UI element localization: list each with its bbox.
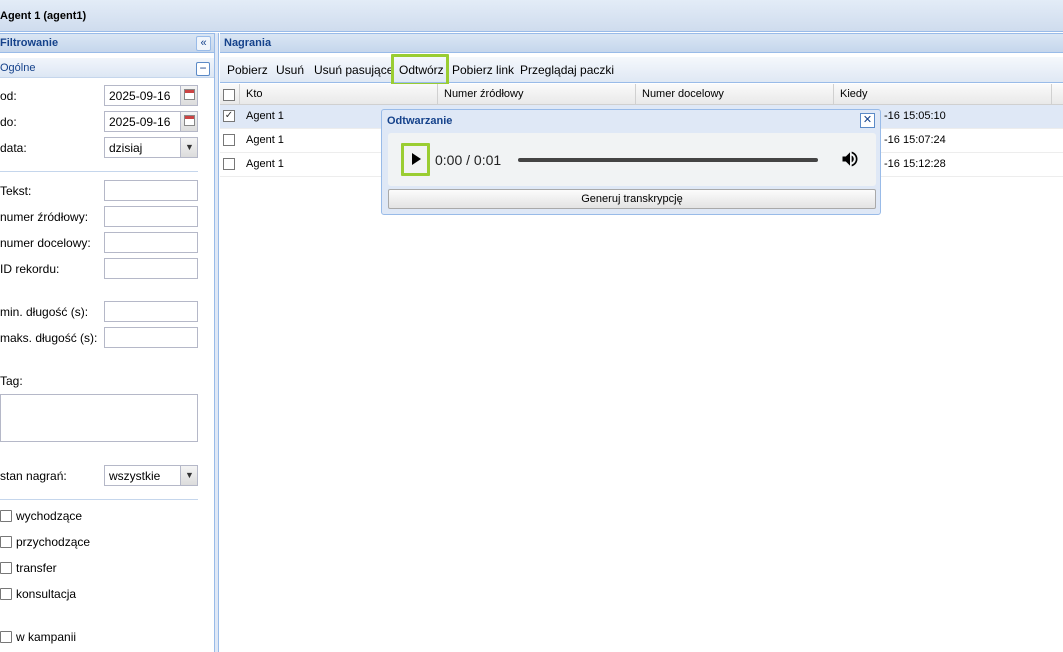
player-progress-slider[interactable] (518, 158, 818, 162)
do-calendar-button[interactable] (180, 112, 197, 131)
do-label: do: (0, 115, 17, 129)
playback-dialog: Odtwarzanie ✕ 0:00 / 0:01 Generuj transk… (381, 109, 881, 215)
chevron-down-icon: ▼ (185, 470, 194, 480)
numer-zrodlowy-label: numer źródłowy: (0, 210, 89, 224)
tekst-label: Tekst: (0, 184, 32, 198)
id-rekordu-input[interactable] (104, 258, 198, 279)
checkbox-label: przychodzące (16, 535, 91, 549)
checkbox-label: konsultacja (16, 587, 77, 601)
row-kiedy: -16 15:07:24 (884, 134, 946, 146)
generate-transcription-button[interactable]: Generuj transkrypcję (388, 189, 876, 209)
data-label: data: (0, 141, 27, 155)
min-dlugosc-input[interactable] (104, 301, 198, 322)
do-date-field[interactable]: 2025-09-16 (104, 111, 198, 132)
pobierz-button[interactable]: Pobierz (227, 63, 268, 77)
calendar-icon (184, 89, 195, 100)
window-title: Agent 1 (agent1) (0, 10, 87, 22)
checkbox-przychodzace[interactable] (0, 536, 12, 548)
grid-header: Kto Numer źródłowy Numer docelowy Kiedy (220, 84, 1063, 105)
od-label: od: (0, 89, 17, 103)
stan-select-value: wszystkie (109, 469, 161, 483)
od-date-field[interactable]: 2025-09-16 (104, 85, 198, 106)
tekst-input[interactable] (104, 180, 198, 201)
data-select-value: dzisiaj (109, 141, 143, 155)
do-date-value: 2025-09-16 (109, 115, 171, 129)
select-all-column (220, 84, 240, 105)
numer-docelowy-input[interactable] (104, 232, 198, 253)
recordings-panel-header: Nagrania (220, 33, 1063, 53)
stan-select-trigger[interactable]: ▼ (180, 466, 197, 485)
row-kto: Agent 1 (246, 158, 284, 170)
pobierz-link-button[interactable]: Pobierz link (452, 63, 514, 77)
check-icon: ✓ (224, 110, 234, 121)
tag-label: Tag: (0, 374, 23, 388)
checkbox-wychodzace[interactable] (0, 510, 12, 522)
row-kto: Agent 1 (246, 110, 284, 122)
tag-textarea[interactable] (0, 394, 198, 442)
minus-icon[interactable]: − (196, 62, 210, 76)
usun-pasujace-button[interactable]: Usuń pasujące (314, 63, 393, 77)
column-header-numer-docelowy[interactable]: Numer docelowy (636, 84, 834, 105)
stan-select[interactable]: wszystkie ▼ (104, 465, 198, 486)
recordings-panel-title: Nagrania (224, 37, 272, 49)
column-header-kto[interactable]: Kto (240, 84, 438, 105)
checkbox-label: transfer (16, 561, 57, 575)
collapse-icon[interactable]: « (196, 36, 211, 51)
row-checkbox[interactable]: ✓ (223, 110, 235, 122)
audio-player: 0:00 / 0:01 (388, 133, 876, 186)
checkbox-transfer[interactable] (0, 562, 12, 574)
app-header: Agent 1 (agent1) (0, 0, 1063, 32)
divider (0, 171, 198, 172)
play-icon (412, 153, 421, 165)
row-checkbox[interactable] (223, 158, 235, 170)
od-calendar-button[interactable] (180, 86, 197, 105)
odtworz-highlight (391, 54, 449, 86)
player-time: 0:00 / 0:01 (435, 152, 502, 168)
section-title: Ogólne (0, 62, 36, 74)
maks-dlugosc-input[interactable] (104, 327, 198, 348)
row-kiedy: -16 15:12:28 (884, 158, 946, 170)
filter-panel-title: Filtrowanie (0, 37, 59, 49)
column-header-numer-zrodlowy[interactable]: Numer źródłowy (438, 84, 636, 105)
row-kto: Agent 1 (246, 134, 284, 146)
volume-icon[interactable] (840, 149, 860, 169)
play-button[interactable] (401, 143, 430, 176)
filter-panel-header: Filtrowanie (0, 33, 214, 53)
min-dlugosc-label: min. długość (s): (0, 305, 89, 319)
numer-docelowy-label: numer docelowy: (0, 236, 91, 250)
stan-label: stan nagrań: (0, 469, 67, 483)
data-select-trigger[interactable]: ▼ (180, 138, 197, 157)
numer-zrodlowy-input[interactable] (104, 206, 198, 227)
id-rekordu-label: ID rekordu: (0, 262, 60, 276)
select-all-checkbox[interactable] (223, 89, 235, 101)
dialog-title: Odtwarzanie (387, 115, 453, 127)
section-header[interactable]: Ogólne (0, 58, 214, 78)
filter-panel: Filtrowanie « Ogólne − od: 2025-09-16 do… (0, 33, 215, 652)
close-icon[interactable]: ✕ (860, 113, 875, 128)
panel-splitter[interactable] (215, 33, 219, 652)
checkbox-w-kampanii[interactable] (0, 631, 12, 643)
checkbox-label: w kampanii (16, 630, 77, 644)
maks-dlugosc-label: maks. długość (s): (0, 331, 98, 345)
data-select[interactable]: dzisiaj ▼ (104, 137, 198, 158)
usun-button[interactable]: Usuń (276, 63, 304, 77)
toolbar: Pobierz Usuń Usuń pasujące Odtwórz Pobie… (220, 57, 1063, 83)
od-date-value: 2025-09-16 (109, 89, 171, 103)
column-header-kiedy[interactable]: Kiedy (834, 84, 1052, 105)
checkbox-konsultacja[interactable] (0, 588, 12, 600)
przegladaj-paczki-button[interactable]: Przeglądaj paczki (520, 63, 614, 77)
checkbox-label: wychodzące (16, 509, 83, 523)
row-kiedy: -16 15:05:10 (884, 110, 946, 122)
calendar-icon (184, 115, 195, 126)
dialog-header[interactable]: Odtwarzanie ✕ (382, 110, 880, 132)
divider (0, 499, 198, 500)
chevron-down-icon: ▼ (185, 142, 194, 152)
row-checkbox[interactable] (223, 134, 235, 146)
